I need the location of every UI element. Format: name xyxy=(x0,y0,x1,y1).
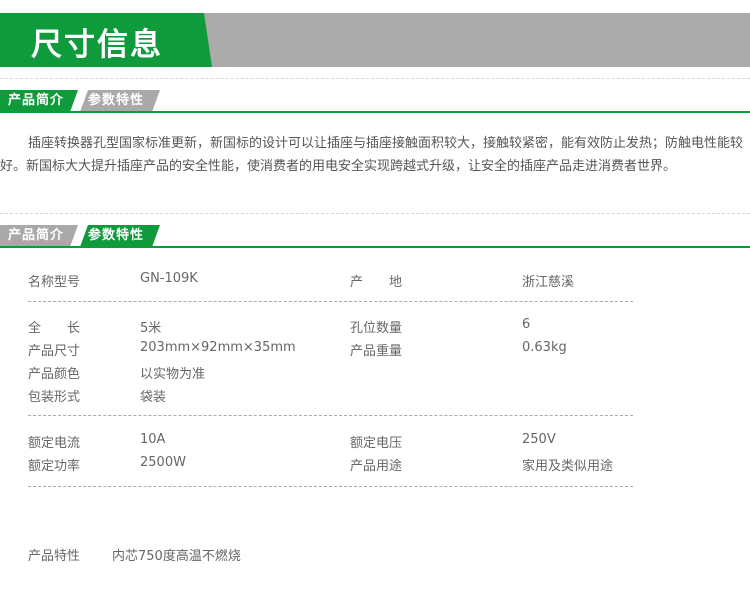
spec-label: 额定电压 xyxy=(350,436,403,451)
spec-value: 浙江慈溪 xyxy=(522,275,575,290)
tab-underline xyxy=(0,111,750,113)
spec-label: 名称型号 xyxy=(28,275,81,290)
spec-label: 产品颜色 xyxy=(28,367,81,382)
spec-divider xyxy=(28,486,633,487)
tab-bar-intro: 产品简介 参数特性 xyxy=(0,90,750,112)
spec-value: 内芯750度高温不燃烧 xyxy=(112,549,241,564)
spec-value: 0.63kg xyxy=(522,340,567,355)
spec-label: 额定电流 xyxy=(28,436,81,451)
spec-value: 5米 xyxy=(140,321,162,336)
tab-parameters[interactable]: 参数特性 xyxy=(80,225,160,247)
product-intro-text: 插座转换器孔型国家标准更新，新国标的设计可以让插座与插座接触面积较大，接触较紧密… xyxy=(0,136,744,174)
spec-value: 10A xyxy=(140,432,166,447)
spec-label: 产品用途 xyxy=(350,459,403,474)
tab-underline xyxy=(0,246,750,248)
tab-bar-params: 产品简介 参数特性 xyxy=(0,225,750,247)
spec-label: 孔位数量 xyxy=(350,321,403,336)
divider xyxy=(0,78,750,79)
spec-label: 产 地 xyxy=(350,275,403,290)
banner-title: 尺寸信息 xyxy=(31,27,163,63)
spec-value: 2500W xyxy=(140,455,186,470)
spec-value: 250V xyxy=(522,432,556,447)
spec-value: 家用及类似用途 xyxy=(522,459,614,474)
spec-label: 包装形式 xyxy=(28,390,81,405)
spec-divider xyxy=(28,301,633,302)
spec-value: GN-109K xyxy=(140,271,198,286)
spec-divider xyxy=(28,415,633,416)
spec-value: 以实物为准 xyxy=(140,367,206,382)
tab-product-intro[interactable]: 产品简介 xyxy=(0,90,78,112)
banner-title-block: 尺寸信息 xyxy=(0,13,212,67)
spec-label: 产品尺寸 xyxy=(28,344,81,359)
spec-label: 产品特性 xyxy=(28,549,81,564)
spec-label: 产品重量 xyxy=(350,344,403,359)
section-banner: 尺寸信息 xyxy=(0,13,750,67)
tab-product-intro[interactable]: 产品简介 xyxy=(0,225,78,247)
spec-label: 额定功率 xyxy=(28,459,81,474)
spec-value: 袋装 xyxy=(140,390,167,405)
divider xyxy=(0,213,750,214)
spec-value: 203mm×92mm×35mm xyxy=(140,340,296,355)
spec-label: 全 长 xyxy=(28,321,81,336)
spec-value: 6 xyxy=(522,317,531,332)
tab-parameters[interactable]: 参数特性 xyxy=(80,90,160,112)
